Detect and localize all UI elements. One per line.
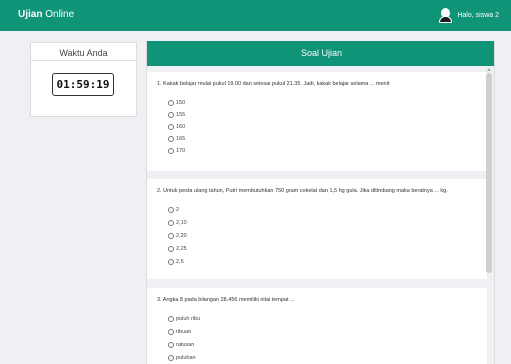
- user-greeting: Halo, siswa 2: [457, 11, 499, 19]
- scrollbar-thumb[interactable]: [486, 73, 492, 273]
- answer-option[interactable]: 2: [168, 207, 179, 213]
- radio-button[interactable]: [168, 220, 174, 226]
- radio-button[interactable]: [168, 136, 174, 142]
- answer-option[interactable]: ratusan: [168, 342, 194, 348]
- user-menu[interactable]: Halo, siswa 2: [439, 6, 499, 24]
- question-text: 3. Angka 8 pada bilangan 28.456 memiliki…: [157, 297, 295, 303]
- radio-button[interactable]: [168, 100, 174, 106]
- radio-button[interactable]: [168, 148, 174, 154]
- answer-option[interactable]: 2,5: [168, 259, 184, 265]
- timer-title: Waktu Anda: [31, 43, 136, 61]
- answer-option[interactable]: puluh ribu: [168, 316, 200, 322]
- radio-button[interactable]: [168, 316, 174, 322]
- answer-option[interactable]: 160: [168, 124, 185, 130]
- answer-option[interactable]: 2,25: [168, 246, 187, 252]
- radio-button[interactable]: [168, 233, 174, 239]
- timer-display: 01:59:19: [52, 73, 114, 96]
- answer-option[interactable]: 170: [168, 148, 185, 154]
- radio-button[interactable]: [168, 355, 174, 361]
- question-list[interactable]: 1. Kakak belajar mulai pukul 19.00 dan s…: [147, 66, 494, 364]
- question-text: 1. Kakak belajar mulai pukul 19.00 dan s…: [157, 81, 390, 87]
- app-brand[interactable]: Ujian Online: [18, 9, 74, 20]
- question-2: 2. Untuk pesta ulang tahun, Putri membut…: [147, 179, 487, 279]
- radio-button[interactable]: [168, 329, 174, 335]
- exam-panel: Soal Ujian 1. Kakak belajar mulai pukul …: [146, 41, 495, 364]
- question-1: 1. Kakak belajar mulai pukul 19.00 dan s…: [147, 72, 487, 171]
- radio-button[interactable]: [168, 112, 174, 118]
- answer-option[interactable]: 2,10: [168, 220, 187, 226]
- radio-button[interactable]: [168, 246, 174, 252]
- answer-option[interactable]: 165: [168, 136, 185, 142]
- answer-option[interactable]: 155: [168, 112, 185, 118]
- answer-option[interactable]: 2,20: [168, 233, 187, 239]
- radio-button[interactable]: [168, 342, 174, 348]
- answer-option[interactable]: 150: [168, 100, 185, 106]
- radio-button[interactable]: [168, 124, 174, 130]
- answer-option[interactable]: ribuan: [168, 329, 191, 335]
- scroll-up-arrow-icon[interactable]: [487, 68, 491, 71]
- question-3: 3. Angka 8 pada bilangan 28.456 memiliki…: [147, 288, 487, 364]
- top-navbar: Ujian Online Halo, siswa 2: [0, 0, 511, 31]
- answer-option[interactable]: puluhan: [168, 355, 196, 361]
- user-icon: [439, 7, 453, 23]
- exam-title: Soal Ujian: [147, 41, 494, 66]
- timer-card: Waktu Anda 01:59:19: [30, 42, 137, 117]
- radio-button[interactable]: [168, 207, 174, 213]
- radio-button[interactable]: [168, 259, 174, 265]
- question-text: 2. Untuk pesta ulang tahun, Putri membut…: [157, 188, 448, 194]
